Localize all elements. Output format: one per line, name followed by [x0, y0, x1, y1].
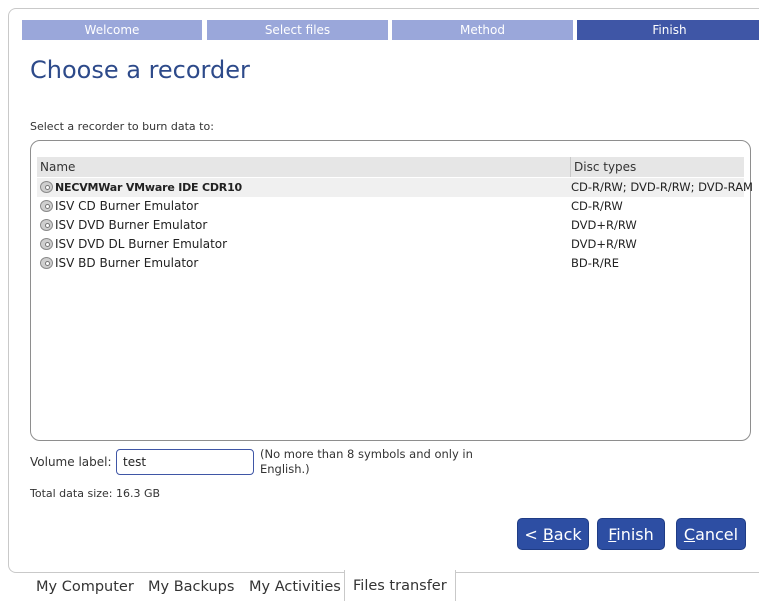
- back-button-prefix: <: [524, 525, 543, 544]
- recorder-disc-types: DVD+R/RW: [571, 237, 637, 251]
- back-button-accel: B: [542, 525, 554, 544]
- back-button-rest: ack: [553, 525, 582, 544]
- instruction-text: Select a recorder to burn data to:: [30, 120, 214, 133]
- tab-my-activities[interactable]: My Activities: [249, 571, 341, 601]
- recorder-disc-types: CD-R/RW; DVD-R/RW; DVD-RAM: [571, 180, 753, 194]
- tab-my-backups[interactable]: My Backups: [148, 571, 234, 601]
- recorder-disc-types: DVD+R/RW: [571, 218, 637, 232]
- recorder-row[interactable]: ISV BD Burner Emulator BD-R/RE: [37, 254, 744, 273]
- step-finish: Finish: [577, 20, 759, 40]
- disc-drive-icon: [40, 200, 53, 212]
- disc-drive-icon: [40, 238, 53, 250]
- disc-drive-icon: [40, 219, 53, 231]
- wizard-steps: Welcome Select files Method Finish: [22, 20, 759, 40]
- volume-label-hint: (No more than 8 symbols and only in Engl…: [260, 447, 473, 476]
- recorder-row[interactable]: ISV CD Burner Emulator CD-R/RW: [37, 197, 744, 216]
- cancel-button-rest: ancel: [695, 525, 739, 544]
- step-welcome: Welcome: [22, 20, 202, 40]
- cancel-button-accel: C: [683, 525, 696, 544]
- disc-drive-icon: [40, 257, 53, 269]
- finish-button[interactable]: Finish: [597, 518, 665, 550]
- volume-label-input[interactable]: [116, 449, 254, 475]
- recorder-rows: NECVMWar VMware IDE CDR10 CD-R/RW; DVD-R…: [37, 178, 753, 273]
- finish-button-rest: inish: [616, 525, 654, 544]
- recorder-list[interactable]: Name Disc types NECVMWar VMware IDE CDR1…: [30, 140, 753, 441]
- recorder-disc-types: BD-R/RE: [571, 256, 620, 270]
- recorder-name: ISV BD Burner Emulator: [55, 256, 199, 270]
- disc-drive-icon: [40, 181, 53, 193]
- recorder-row[interactable]: NECVMWar VMware IDE CDR10 CD-R/RW; DVD-R…: [37, 178, 753, 197]
- step-method: Method: [392, 20, 573, 40]
- volume-label-caption: Volume label:: [30, 455, 112, 469]
- list-header: Name Disc types: [37, 157, 744, 177]
- recorder-row[interactable]: ISV DVD DL Burner Emulator DVD+R/RW: [37, 235, 744, 254]
- column-header-name[interactable]: Name: [40, 157, 570, 177]
- column-header-disc-types[interactable]: Disc types: [574, 157, 744, 177]
- tab-files-transfer[interactable]: Files transfer: [344, 570, 456, 601]
- recorder-name: NECVMWar VMware IDE CDR10: [55, 181, 242, 194]
- back-button[interactable]: < Back: [517, 518, 589, 550]
- recorder-row[interactable]: ISV DVD Burner Emulator DVD+R/RW: [37, 216, 744, 235]
- total-data-size: Total data size: 16.3 GB: [30, 487, 161, 500]
- recorder-name: ISV CD Burner Emulator: [55, 199, 199, 213]
- page-title: Choose a recorder: [30, 56, 250, 84]
- recorder-name: ISV DVD DL Burner Emulator: [55, 237, 228, 251]
- tab-my-computer[interactable]: My Computer: [36, 571, 134, 601]
- recorder-name: ISV DVD Burner Emulator: [55, 218, 208, 232]
- cancel-button[interactable]: Cancel: [676, 518, 746, 550]
- recorder-disc-types: CD-R/RW: [571, 199, 623, 213]
- column-divider[interactable]: [570, 157, 571, 177]
- step-select-files: Select files: [207, 20, 388, 40]
- bottom-tab-bar: My Computer My Backups My Activities Fil…: [0, 570, 759, 601]
